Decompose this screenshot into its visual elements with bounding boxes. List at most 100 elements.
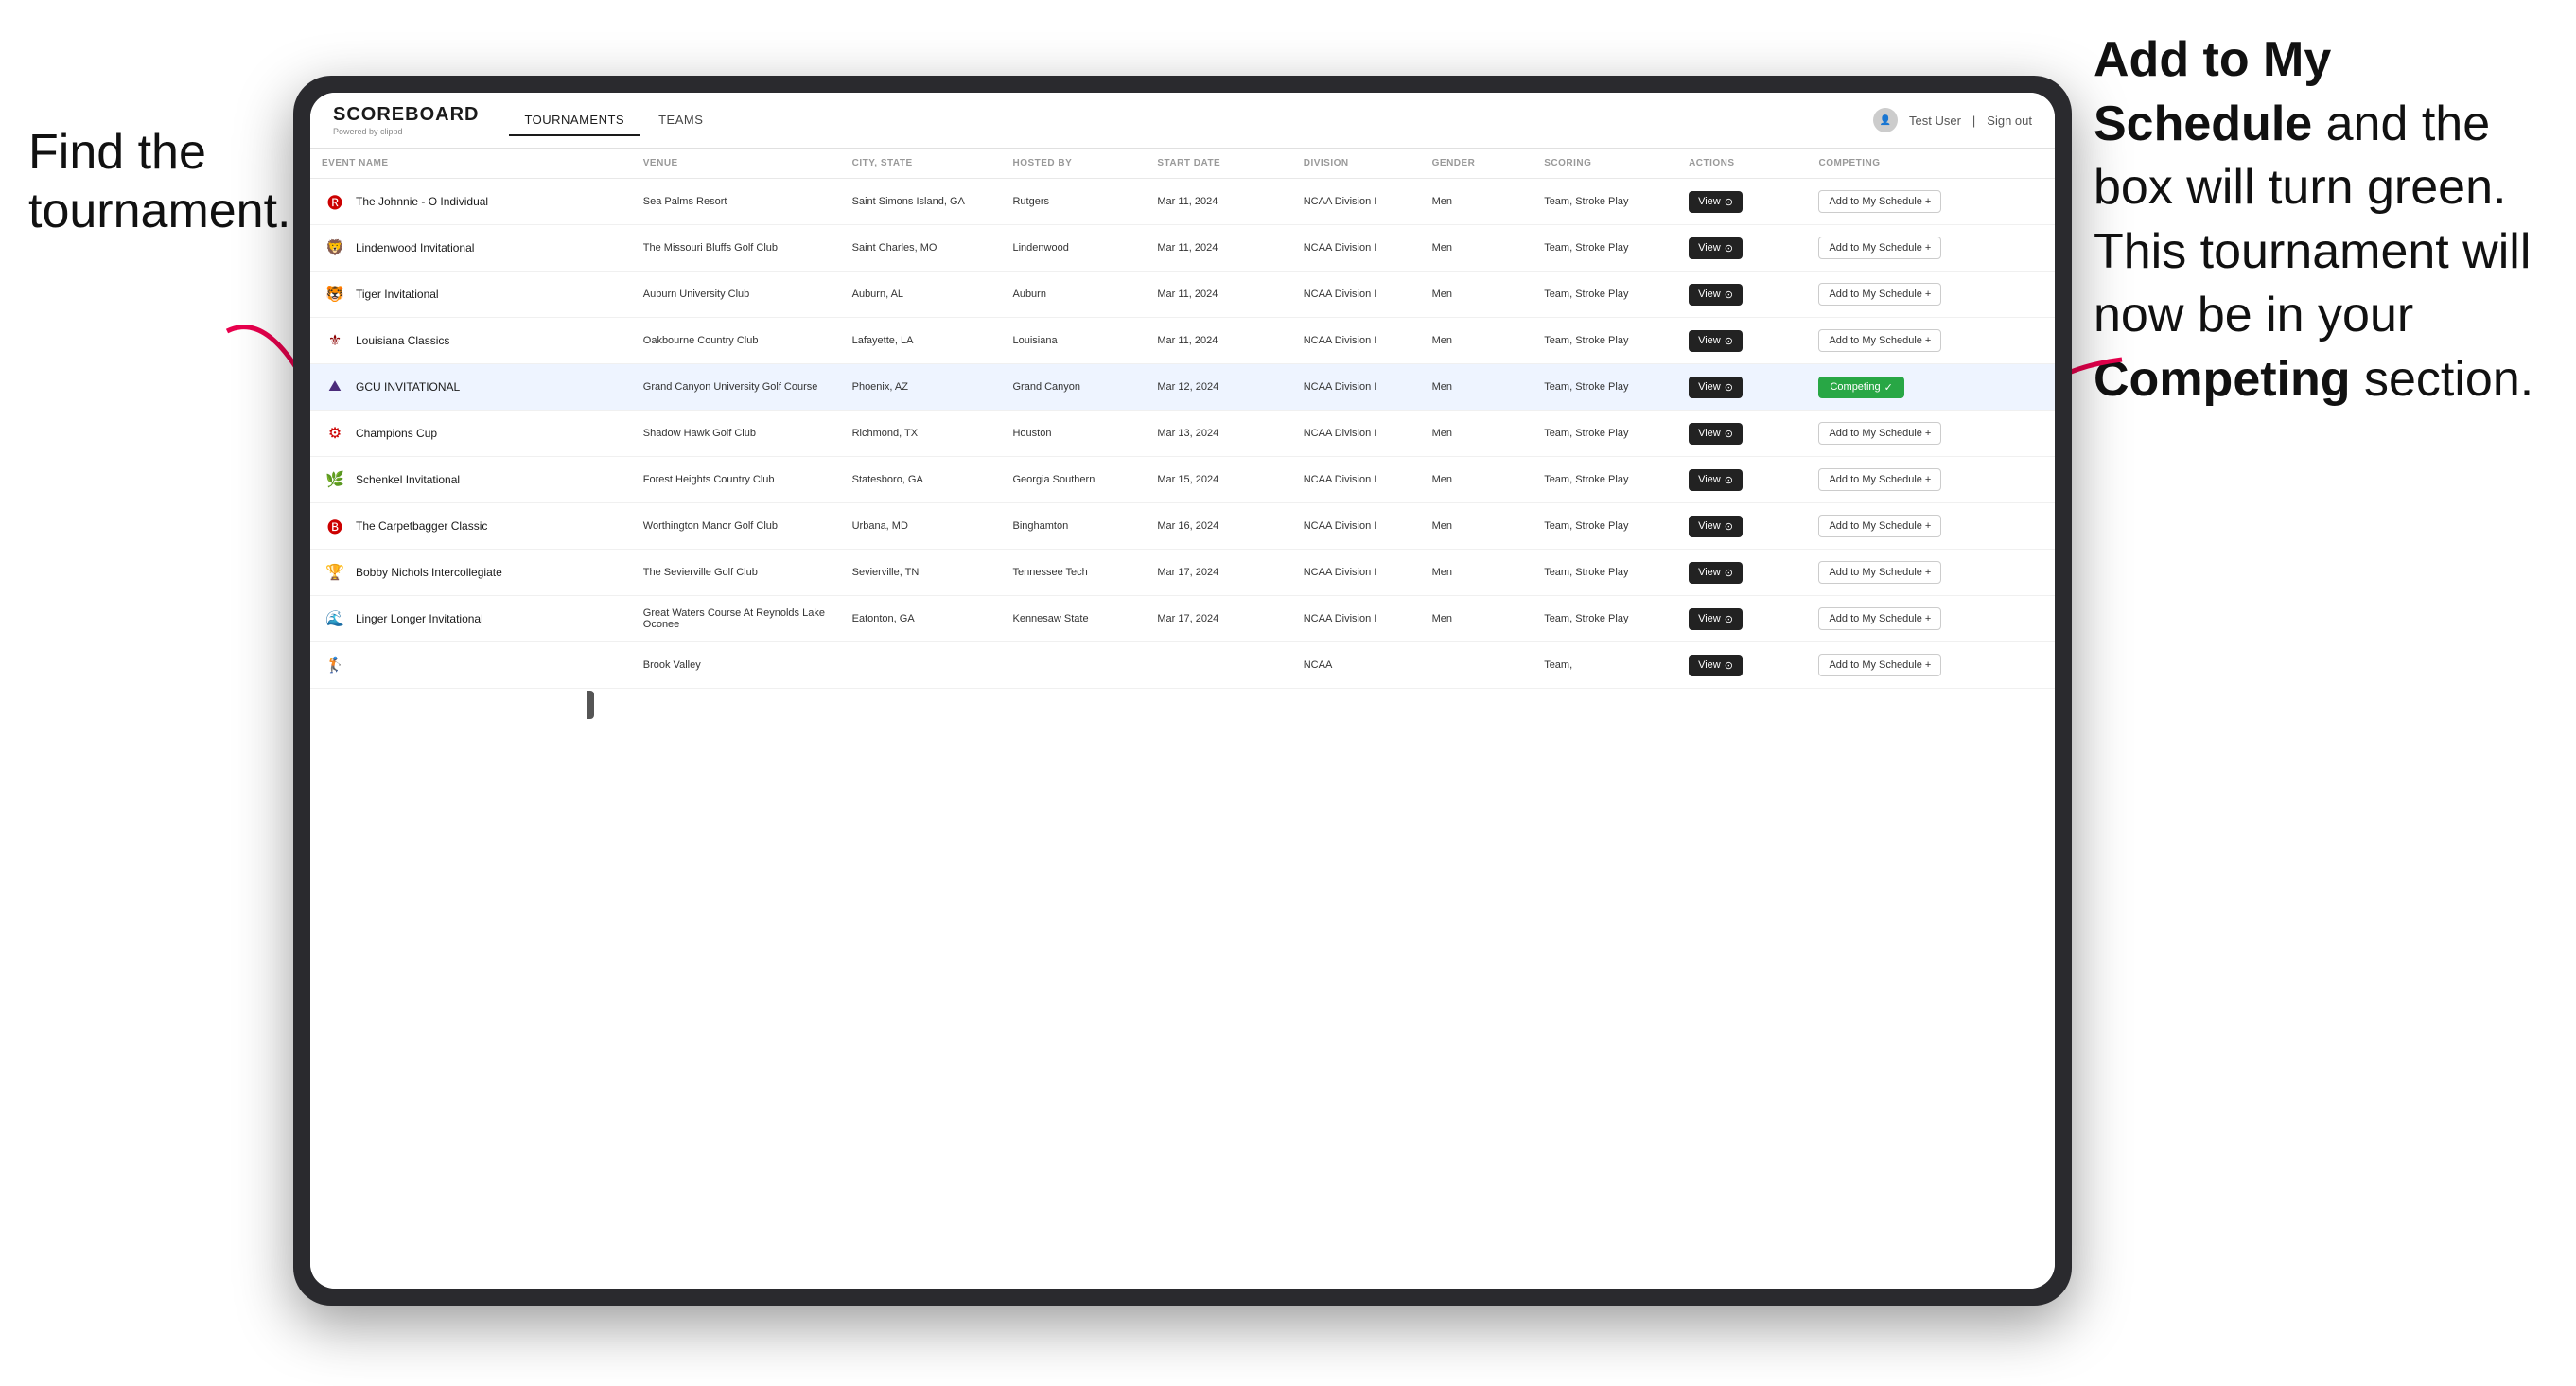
table-row: 🌊 Linger Longer Invitational Great Water… [310, 596, 2055, 642]
cell-gender-10 [1421, 642, 1533, 689]
cell-date-2: Mar 11, 2024 [1146, 272, 1291, 318]
cell-gender-4: Men [1421, 364, 1533, 411]
cell-scoring-4: Team, Stroke Play [1533, 364, 1677, 411]
cell-date-9: Mar 17, 2024 [1146, 596, 1291, 642]
view-label-2: View [1698, 289, 1721, 300]
cell-event-2: 🐯 Tiger Invitational [310, 272, 632, 318]
view-button-0[interactable]: View ⊙ [1689, 191, 1743, 213]
cell-division-10: NCAA [1292, 642, 1421, 689]
cell-event-1: 🦁 Lindenwood Invitational [310, 225, 632, 272]
cell-gender-6: Men [1421, 457, 1533, 503]
eye-icon-8: ⊙ [1725, 567, 1733, 579]
view-label-5: View [1698, 428, 1721, 439]
cell-scoring-9: Team, Stroke Play [1533, 596, 1677, 642]
cell-venue-4: Grand Canyon University Golf Course [632, 364, 841, 411]
event-name-9: Linger Longer Invitational [356, 612, 483, 625]
cell-division-7: NCAA Division I [1292, 503, 1421, 550]
app-logo-sub: Powered by clippd [333, 127, 479, 136]
table-row: 🏌 Brook Valley NCAA Team, View ⊙ Add to … [310, 642, 2055, 689]
add-schedule-button-0[interactable]: Add to My Schedule + [1818, 190, 1941, 213]
logo-area: SCOREBOARD Powered by clippd [333, 104, 479, 136]
eye-icon-7: ⊙ [1725, 520, 1733, 533]
cell-city-7: Urbana, MD [841, 503, 1002, 550]
cell-scoring-5: Team, Stroke Play [1533, 411, 1677, 457]
add-schedule-button-2[interactable]: Add to My Schedule + [1818, 283, 1941, 306]
cell-venue-0: Sea Palms Resort [632, 179, 841, 225]
table-row: ⚜ Louisiana Classics Oakbourne Country C… [310, 318, 2055, 364]
view-button-6[interactable]: View ⊙ [1689, 469, 1743, 491]
event-name-2: Tiger Invitational [356, 288, 439, 301]
table-row: ⚙ Champions Cup Shadow Hawk Golf Club Ri… [310, 411, 2055, 457]
cell-event-6: 🌿 Schenkel Invitational [310, 457, 632, 503]
cell-division-8: NCAA Division I [1292, 550, 1421, 596]
cell-scoring-0: Team, Stroke Play [1533, 179, 1677, 225]
view-label-7: View [1698, 520, 1721, 532]
add-schedule-button-9[interactable]: Add to My Schedule + [1818, 607, 1941, 630]
add-schedule-button-3[interactable]: Add to My Schedule + [1818, 329, 1941, 352]
view-button-9[interactable]: View ⊙ [1689, 608, 1743, 630]
team-logo-10: 🏌 [322, 652, 348, 678]
tab-teams[interactable]: TEAMS [643, 105, 718, 136]
view-button-4[interactable]: View ⊙ [1689, 377, 1743, 398]
app-header: SCOREBOARD Powered by clippd TOURNAMENTS… [310, 93, 2055, 149]
cell-hosted-0: Rutgers [1001, 179, 1146, 225]
cell-hosted-10 [1001, 642, 1146, 689]
nav-tabs: TOURNAMENTS TEAMS [509, 105, 718, 136]
tablet: SCOREBOARD Powered by clippd TOURNAMENTS… [293, 76, 2072, 1306]
col-header-event: EVENT NAME [310, 149, 632, 179]
col-header-date: START DATE [1146, 149, 1291, 179]
cell-event-4: ⛰ GCU INVITATIONAL [310, 364, 632, 411]
tab-tournaments[interactable]: TOURNAMENTS [509, 105, 640, 136]
cell-venue-2: Auburn University Club [632, 272, 841, 318]
event-name-8: Bobby Nichols Intercollegiate [356, 566, 502, 579]
eye-icon-0: ⊙ [1725, 196, 1733, 208]
view-button-5[interactable]: View ⊙ [1689, 423, 1743, 445]
cell-scoring-1: Team, Stroke Play [1533, 225, 1677, 272]
table-row: 🅑 The Carpetbagger Classic Worthington M… [310, 503, 2055, 550]
tablet-screen: SCOREBOARD Powered by clippd TOURNAMENTS… [310, 93, 2055, 1289]
add-schedule-button-10[interactable]: Add to My Schedule + [1818, 654, 1941, 676]
add-schedule-button-5[interactable]: Add to My Schedule + [1818, 422, 1941, 445]
cell-scoring-7: Team, Stroke Play [1533, 503, 1677, 550]
sign-out-link[interactable]: Sign out [1987, 114, 2032, 128]
cell-actions-0: View ⊙ [1677, 179, 1807, 225]
cell-hosted-1: Lindenwood [1001, 225, 1146, 272]
cell-city-1: Saint Charles, MO [841, 225, 1002, 272]
eye-icon-1: ⊙ [1725, 242, 1733, 254]
view-button-1[interactable]: View ⊙ [1689, 237, 1743, 259]
view-button-8[interactable]: View ⊙ [1689, 562, 1743, 584]
table-row: 🐯 Tiger Invitational Auburn University C… [310, 272, 2055, 318]
separator: | [1972, 114, 1975, 128]
view-button-7[interactable]: View ⊙ [1689, 516, 1743, 537]
team-logo-1: 🦁 [322, 235, 348, 261]
cell-city-4: Phoenix, AZ [841, 364, 1002, 411]
competing-button-4[interactable]: Competing ✓ [1818, 377, 1903, 398]
view-button-2[interactable]: View ⊙ [1689, 284, 1743, 306]
table-row: ⛰ GCU INVITATIONAL Grand Canyon Universi… [310, 364, 2055, 411]
table-row: 🅡 The Johnnie - O Individual Sea Palms R… [310, 179, 2055, 225]
event-name-1: Lindenwood Invitational [356, 241, 474, 254]
view-button-3[interactable]: View ⊙ [1689, 330, 1743, 352]
cell-actions-6: View ⊙ [1677, 457, 1807, 503]
cell-competing-9: Add to My Schedule + [1807, 596, 2055, 642]
cell-actions-10: View ⊙ [1677, 642, 1807, 689]
cell-venue-1: The Missouri Bluffs Golf Club [632, 225, 841, 272]
cell-scoring-8: Team, Stroke Play [1533, 550, 1677, 596]
cell-hosted-8: Tennessee Tech [1001, 550, 1146, 596]
cell-competing-2: Add to My Schedule + [1807, 272, 2055, 318]
cell-event-9: 🌊 Linger Longer Invitational [310, 596, 632, 642]
event-name-6: Schenkel Invitational [356, 473, 460, 486]
col-header-gender: GENDER [1421, 149, 1533, 179]
add-schedule-button-8[interactable]: Add to My Schedule + [1818, 561, 1941, 584]
add-schedule-button-7[interactable]: Add to My Schedule + [1818, 515, 1941, 537]
cell-hosted-2: Auburn [1001, 272, 1146, 318]
add-schedule-button-6[interactable]: Add to My Schedule + [1818, 468, 1941, 491]
cell-date-8: Mar 17, 2024 [1146, 550, 1291, 596]
cell-actions-3: View ⊙ [1677, 318, 1807, 364]
view-button-10[interactable]: View ⊙ [1689, 655, 1743, 676]
add-schedule-button-1[interactable]: Add to My Schedule + [1818, 237, 1941, 259]
cell-gender-9: Men [1421, 596, 1533, 642]
cell-actions-2: View ⊙ [1677, 272, 1807, 318]
tournaments-table-container: EVENT NAME VENUE CITY, STATE HOSTED BY S… [310, 149, 2055, 1289]
cell-venue-9: Great Waters Course At Reynolds Lake Oco… [632, 596, 841, 642]
